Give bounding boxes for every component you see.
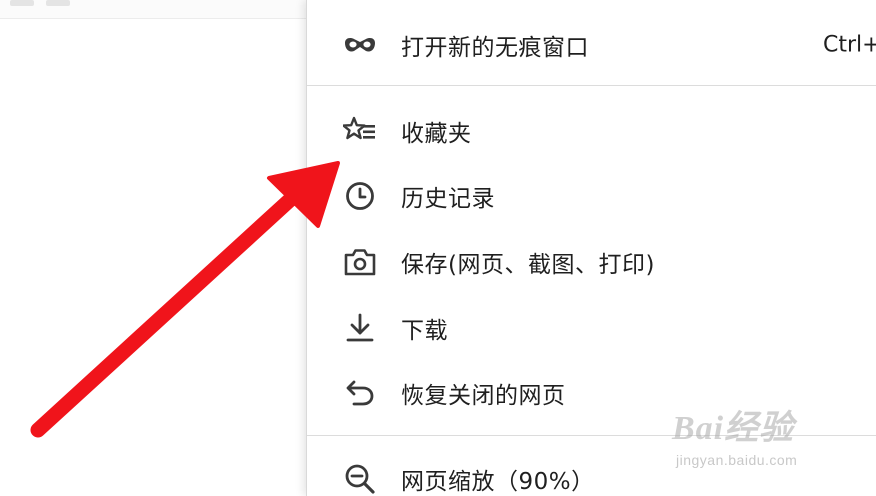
menu-separator bbox=[307, 85, 876, 86]
browser-page-area bbox=[0, 0, 306, 496]
menu-item-favorites[interactable]: 收藏夹 bbox=[307, 104, 876, 158]
menu-item-shortcut: Ctrl+ bbox=[823, 32, 876, 58]
menu-item-label: 下载 bbox=[401, 318, 448, 344]
menu-separator bbox=[307, 435, 876, 436]
clock-icon bbox=[343, 179, 377, 213]
page-top-strip bbox=[0, 0, 306, 19]
menu-item-restore-closed-page[interactable]: 恢复关闭的网页 bbox=[307, 366, 876, 420]
camera-icon bbox=[343, 245, 377, 279]
undo-arrow-icon bbox=[343, 376, 377, 410]
incognito-mask-icon bbox=[343, 28, 377, 62]
menu-item-label: 打开新的无痕窗口 bbox=[401, 35, 589, 61]
menu-item-downloads[interactable]: 下载 bbox=[307, 301, 876, 355]
menu-item-page-zoom[interactable]: 网页缩放（90%） bbox=[307, 452, 876, 496]
top-strip-fragment bbox=[10, 0, 34, 6]
menu-item-label: 恢复关闭的网页 bbox=[401, 383, 566, 409]
menu-item-label: 历史记录 bbox=[401, 186, 495, 212]
zoom-out-icon bbox=[343, 462, 377, 496]
menu-item-history[interactable]: 历史记录 bbox=[307, 169, 876, 223]
star-list-icon bbox=[343, 114, 377, 148]
top-strip-fragment bbox=[46, 0, 70, 6]
menu-item-label: 收藏夹 bbox=[401, 121, 472, 147]
menu-item-label: 保存(网页、截图、打印) bbox=[401, 252, 655, 278]
menu-item-new-incognito-window[interactable]: 打开新的无痕窗口 Ctrl+ bbox=[307, 18, 876, 72]
browser-main-menu: 打开新的无痕窗口 Ctrl+ 收藏夹 历史记录 保存(网页、截图、打印) 下载 … bbox=[306, 0, 876, 496]
screenshot-stage: 打开新的无痕窗口 Ctrl+ 收藏夹 历史记录 保存(网页、截图、打印) 下载 … bbox=[0, 0, 876, 496]
menu-item-label: 网页缩放（90%） bbox=[401, 469, 595, 495]
menu-item-save-page[interactable]: 保存(网页、截图、打印) bbox=[307, 235, 876, 289]
download-icon bbox=[343, 311, 377, 345]
